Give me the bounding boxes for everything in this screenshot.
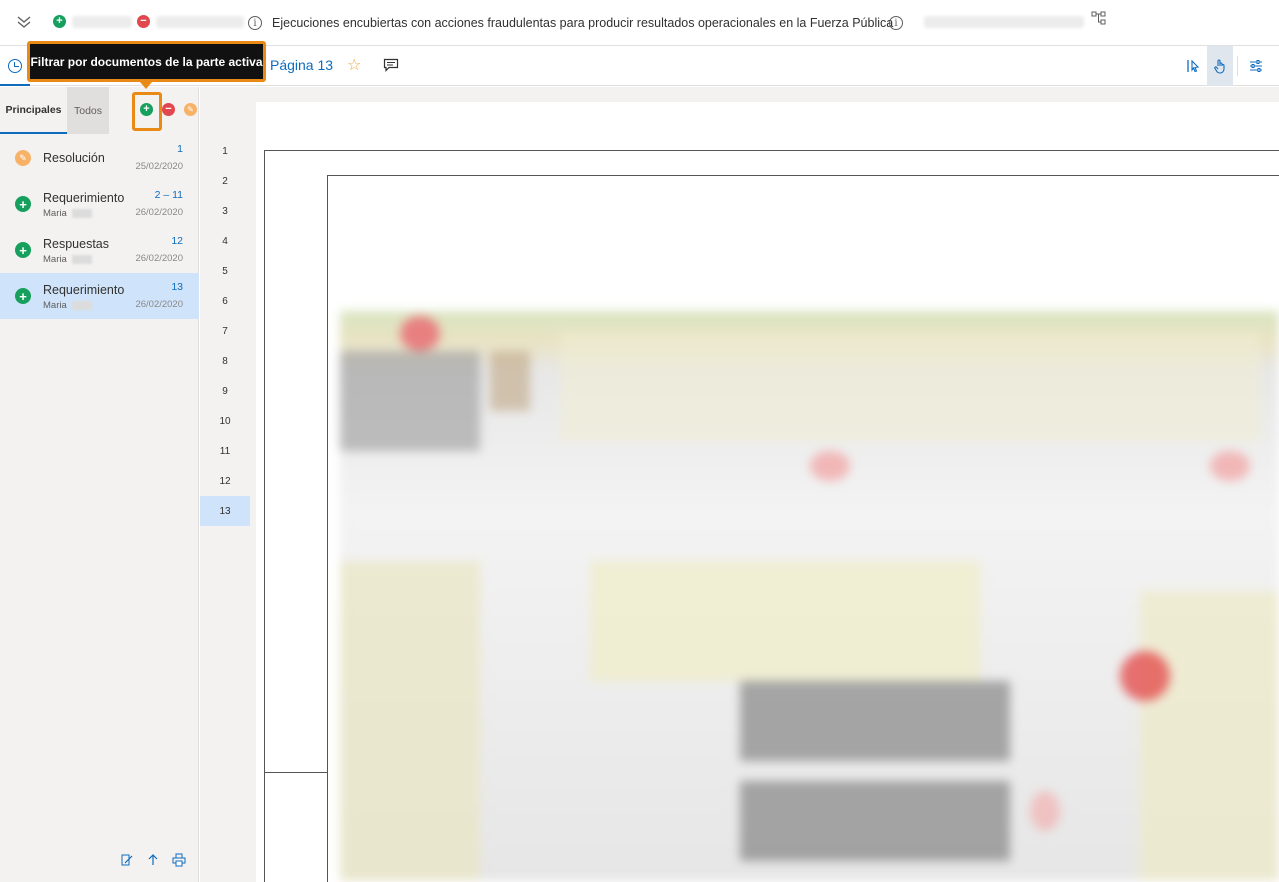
list-item[interactable]: + Requerimiento Maria 2 – 11 26/02/2020: [0, 181, 199, 227]
document-pages: 12: [171, 235, 183, 247]
toolbar-divider: [1237, 56, 1238, 76]
page-number[interactable]: 7: [200, 316, 250, 346]
list-item[interactable]: + Respuestas Maria 12 26/02/2020: [0, 227, 199, 273]
passive-party-name-redacted: [156, 15, 244, 28]
clock-icon: [8, 59, 22, 73]
collapse-chevron-icon[interactable]: [16, 14, 32, 30]
document-viewer: [256, 87, 1279, 882]
page-thumbnails-column: 1 2 3 4 5 6 7 8 9 10 11 12 13: [200, 87, 256, 882]
page-number[interactable]: 9: [200, 376, 250, 406]
page-label: Página 13: [270, 57, 334, 73]
upload-icon[interactable]: [146, 853, 160, 867]
document-pages: 1: [177, 143, 183, 155]
document-name: Requerimiento: [43, 283, 125, 297]
document-name: Resolución: [43, 151, 105, 165]
page-number[interactable]: 5: [200, 256, 250, 286]
page-number[interactable]: 1: [200, 136, 250, 166]
edit-document-icon[interactable]: [120, 853, 134, 867]
redacted-image: [340, 311, 1279, 881]
document-name: Requerimiento: [43, 191, 125, 205]
top-bar: + − i Ejecuciones encubiertas con accion…: [0, 0, 1279, 46]
page-number[interactable]: 3: [200, 196, 250, 226]
case-id-redacted: [924, 16, 1084, 28]
document-author: Maria: [43, 208, 92, 219]
page-frame-line: [264, 772, 327, 773]
page-number[interactable]: 4: [200, 226, 250, 256]
list-item[interactable]: ✎ Resolución 1 25/02/2020: [0, 135, 199, 181]
passive-party[interactable]: −: [137, 15, 244, 28]
pan-tool[interactable]: [1207, 46, 1233, 86]
settings-button[interactable]: [1243, 46, 1269, 86]
document-date: 26/02/2020: [135, 207, 183, 218]
document-pages: 13: [171, 281, 183, 293]
document-list: ✎ Resolución 1 25/02/2020 + Requerimient…: [0, 135, 199, 319]
info-icon[interactable]: i: [248, 16, 262, 30]
print-icon[interactable]: [172, 853, 186, 867]
highlight-box: [132, 92, 162, 131]
document-date: 26/02/2020: [135, 299, 183, 310]
document-author: Maria: [43, 254, 92, 265]
text-select-tool[interactable]: [1180, 46, 1206, 86]
document-date: 25/02/2020: [135, 161, 183, 172]
active-party-icon: +: [15, 288, 31, 304]
page-number[interactable]: 11: [200, 436, 250, 466]
sidebar-actions: [120, 853, 186, 867]
document-name: Respuestas: [43, 237, 110, 251]
hand-icon: [1214, 59, 1225, 74]
favorite-star-icon[interactable]: ☆: [347, 55, 361, 75]
document-page: [256, 102, 1279, 882]
page-number[interactable]: 6: [200, 286, 250, 316]
sidebar-tabs: Principales Todos + − ✎: [0, 87, 199, 135]
document-pages: 2 – 11: [154, 189, 183, 201]
active-party-icon: +: [15, 196, 31, 212]
history-tab[interactable]: [0, 46, 30, 86]
passive-party-icon: −: [137, 15, 150, 28]
case-title: Ejecuciones encubiertas con acciones fra…: [272, 16, 894, 30]
list-item[interactable]: + Requerimiento Maria 13 26/02/2020: [0, 273, 199, 319]
page-number[interactable]: 8: [200, 346, 250, 376]
hierarchy-icon[interactable]: [1091, 10, 1107, 26]
tab-todos[interactable]: Todos: [67, 87, 109, 134]
active-party-icon: +: [15, 242, 31, 258]
page-number[interactable]: 12: [200, 466, 250, 496]
filter-passive-party-icon[interactable]: −: [162, 103, 175, 116]
documents-sidebar: Principales Todos + − ✎ ✎ Resolución 1 2…: [0, 87, 199, 882]
text-cursor-icon: [1187, 59, 1200, 73]
active-party[interactable]: +: [53, 15, 132, 28]
filter-tooltip: Filtrar por documentos de la parte activ…: [27, 41, 266, 82]
active-party-name-redacted: [72, 15, 132, 28]
page-number[interactable]: 13: [200, 496, 250, 526]
active-party-icon: +: [53, 15, 66, 28]
filter-court-icon[interactable]: ✎: [184, 103, 197, 116]
document-author: Maria: [43, 300, 92, 311]
comment-icon[interactable]: [383, 58, 399, 72]
court-icon: ✎: [15, 150, 31, 166]
tab-principales[interactable]: Principales: [0, 87, 67, 134]
sliders-icon: [1250, 60, 1262, 72]
page-number[interactable]: 2: [200, 166, 250, 196]
document-date: 26/02/2020: [135, 253, 183, 264]
tooltip-arrow: [140, 82, 152, 89]
title-info-icon[interactable]: i: [889, 16, 903, 30]
page-number[interactable]: 10: [200, 406, 250, 436]
